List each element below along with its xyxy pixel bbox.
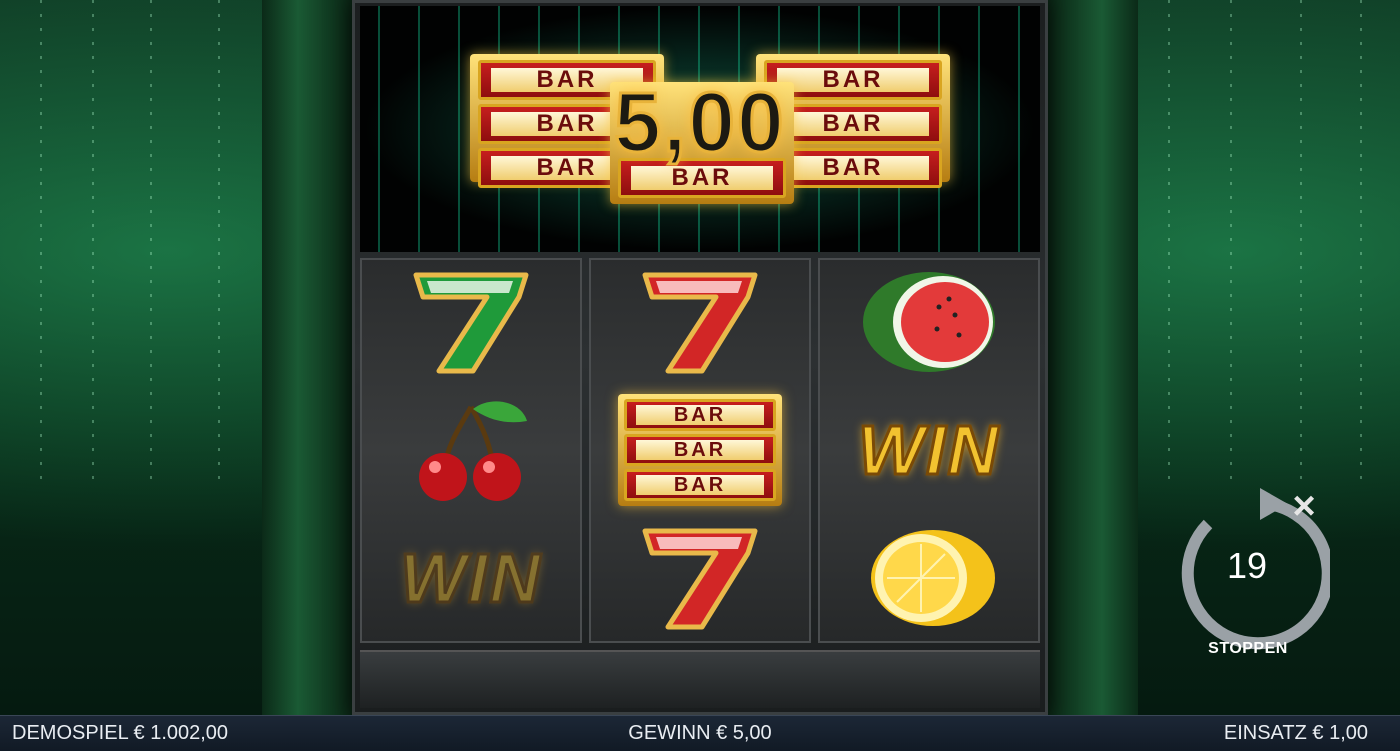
- win-display: GEWINN € 5,00: [628, 722, 772, 744]
- bar-label: BAR: [635, 440, 765, 460]
- bar-label: BAR: [635, 405, 765, 425]
- bar-label: BAR: [635, 475, 765, 495]
- win-symbol: WIN: [360, 514, 582, 642]
- sparkle-strand: [150, 0, 152, 480]
- reels: WIN BAR BAR BAR WIN: [360, 258, 1040, 643]
- sparkle-strand: [1360, 0, 1362, 480]
- bet-display[interactable]: EINSATZ € 1,00: [1224, 716, 1368, 751]
- reel-2: BAR BAR BAR: [589, 258, 811, 643]
- slot-machine: BAR BAR BAR BAR BAR BAR BAR 5,00 WIN BAR…: [352, 0, 1048, 715]
- win-amount: 5,00: [613, 74, 786, 171]
- cherry-symbol: [360, 386, 582, 514]
- watermelon-symbol: [818, 258, 1040, 386]
- autoplay-remaining: 19: [1226, 545, 1268, 586]
- win-label: WIN: [856, 410, 1001, 491]
- triple-bar: BAR BAR BAR: [618, 394, 782, 506]
- right-curtain: [1048, 0, 1138, 715]
- bar-bar-bar-symbol: BAR BAR BAR: [589, 386, 811, 514]
- sparkle-strand: [40, 0, 42, 480]
- sparkle-strand: [218, 0, 220, 480]
- reel-1: WIN: [360, 258, 582, 643]
- seven-red-symbol: [589, 514, 811, 642]
- machine-base: [360, 650, 1040, 708]
- status-bar: DEMOSPIEL € 1.002,00 GEWINN € 5,00 EINSA…: [0, 715, 1400, 751]
- autoplay-stop-button[interactable]: STOPPEN: [1190, 640, 1306, 658]
- sparkle-strand: [1230, 0, 1232, 480]
- win-symbol: WIN: [818, 386, 1040, 514]
- sparkle-strand: [1300, 0, 1302, 480]
- lemon-symbol: [818, 514, 1040, 642]
- seven-green-symbol: [360, 258, 582, 386]
- jackpot-display: BAR BAR BAR BAR BAR BAR BAR 5,00: [360, 6, 1040, 252]
- close-icon[interactable]: ×: [1286, 486, 1322, 526]
- left-curtain: [262, 0, 352, 715]
- sparkle-strand: [92, 0, 94, 480]
- sparkle-strand: [1168, 0, 1170, 480]
- reel-3: WIN: [818, 258, 1040, 643]
- seven-red-symbol: [589, 258, 811, 386]
- win-label: WIN: [398, 538, 543, 619]
